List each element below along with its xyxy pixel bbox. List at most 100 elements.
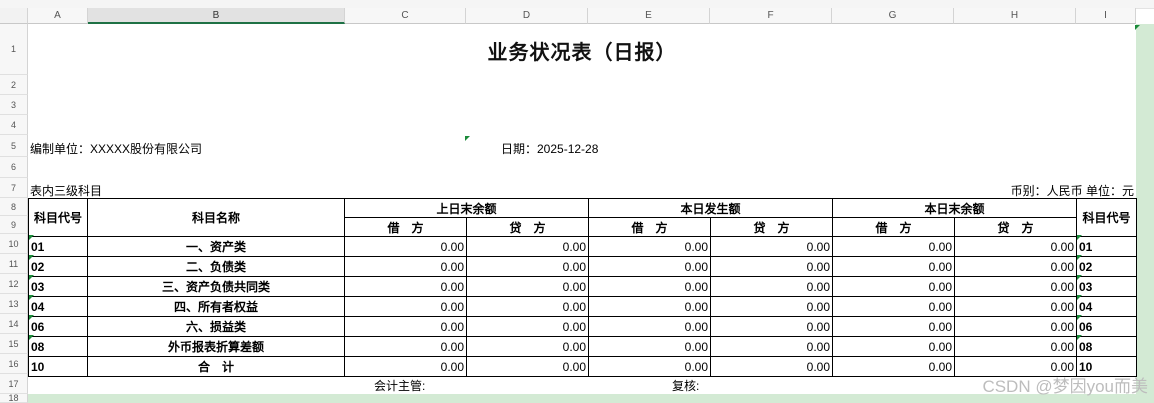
row-header-7[interactable]: 7: [0, 178, 28, 198]
cell-code[interactable]: 01: [28, 236, 88, 257]
cell-amount[interactable]: 0.00: [954, 236, 1077, 257]
cell-amount[interactable]: 0.00: [466, 276, 589, 297]
header-day-amount[interactable]: 本日发生额: [588, 198, 833, 218]
cell-amount[interactable]: 0.00: [344, 336, 467, 357]
cell-name[interactable]: 一、资产类: [87, 236, 345, 257]
header-debit[interactable]: 借 方: [344, 217, 467, 237]
header-debit[interactable]: 借 方: [588, 217, 711, 237]
select-all-corner[interactable]: [0, 8, 28, 24]
cell-amount[interactable]: 0.00: [588, 296, 711, 317]
row-header-6[interactable]: 6: [0, 157, 28, 178]
cell-code-right[interactable]: 08: [1076, 336, 1137, 357]
cell-code-right[interactable]: 03: [1076, 276, 1137, 297]
cell-amount[interactable]: 0.00: [710, 316, 833, 337]
cell-amount[interactable]: 0.00: [344, 236, 467, 257]
cell-amount[interactable]: 0.00: [954, 256, 1077, 277]
cell-name[interactable]: 二、负债类: [87, 256, 345, 277]
row-header-11[interactable]: 11: [0, 254, 28, 274]
cell-amount[interactable]: 0.00: [710, 256, 833, 277]
cell-name[interactable]: 三、资产负债共同类: [87, 276, 345, 297]
cell-amount[interactable]: 0.00: [344, 276, 467, 297]
cell-amount[interactable]: 0.00: [954, 276, 1077, 297]
cell-amount[interactable]: 0.00: [344, 256, 467, 277]
cell-name[interactable]: 合 计: [87, 356, 345, 377]
row-header-5[interactable]: 5: [0, 135, 28, 157]
cell-code[interactable]: 02: [28, 256, 88, 277]
cell-amount[interactable]: 0.00: [588, 316, 711, 337]
cell-amount[interactable]: 0.00: [466, 256, 589, 277]
cell-amount[interactable]: 0.00: [710, 356, 833, 377]
cell-amount[interactable]: 0.00: [344, 296, 467, 317]
row-header-10[interactable]: 10: [0, 234, 28, 254]
cell-code[interactable]: 10: [28, 356, 88, 377]
row-header-16[interactable]: 16: [0, 354, 28, 374]
cell-amount[interactable]: 0.00: [588, 256, 711, 277]
header-code-right[interactable]: 科目代号: [1076, 198, 1137, 237]
cell-amount[interactable]: 0.00: [832, 296, 955, 317]
cell-amount[interactable]: 0.00: [466, 316, 589, 337]
header-code[interactable]: 科目代号: [28, 198, 88, 237]
cell-amount[interactable]: 0.00: [588, 356, 711, 377]
cell-code[interactable]: 03: [28, 276, 88, 297]
cell-amount[interactable]: 0.00: [588, 236, 711, 257]
row-header-2[interactable]: 2: [0, 75, 28, 95]
header-name[interactable]: 科目名称: [87, 198, 345, 237]
column-header-f[interactable]: F: [710, 8, 832, 24]
column-header-d[interactable]: D: [466, 8, 588, 24]
cell-amount[interactable]: 0.00: [466, 236, 589, 257]
row-header-14[interactable]: 14: [0, 314, 28, 334]
column-header-c[interactable]: C: [345, 8, 466, 24]
cell-amount[interactable]: 0.00: [832, 236, 955, 257]
row-header-15[interactable]: 15: [0, 334, 28, 354]
cell-amount[interactable]: 0.00: [344, 356, 467, 377]
row-header-9[interactable]: 9: [0, 216, 28, 234]
header-debit[interactable]: 借 方: [832, 217, 955, 237]
cell-amount[interactable]: 0.00: [466, 296, 589, 317]
cell-amount[interactable]: 0.00: [710, 336, 833, 357]
column-header-b[interactable]: B: [88, 8, 345, 24]
cell-name[interactable]: 外币报表折算差额: [87, 336, 345, 357]
column-header-e[interactable]: E: [588, 8, 710, 24]
cell-name[interactable]: 六、损益类: [87, 316, 345, 337]
cell-code-right[interactable]: 02: [1076, 256, 1137, 277]
row-header-17[interactable]: 17: [0, 374, 28, 394]
cell-code-right[interactable]: 06: [1076, 316, 1137, 337]
header-credit[interactable]: 贷 方: [710, 217, 833, 237]
cell-amount[interactable]: 0.00: [710, 276, 833, 297]
cell-code-right[interactable]: 01: [1076, 236, 1137, 257]
row-header-4[interactable]: 4: [0, 115, 28, 135]
cell-amount[interactable]: 0.00: [954, 316, 1077, 337]
cell-amount[interactable]: 0.00: [466, 356, 589, 377]
cell-name[interactable]: 四、所有者权益: [87, 296, 345, 317]
cell-amount[interactable]: 0.00: [588, 336, 711, 357]
cell-amount[interactable]: 0.00: [832, 316, 955, 337]
column-header-g[interactable]: G: [832, 8, 954, 24]
row-header-12[interactable]: 12: [0, 274, 28, 294]
cell-amount[interactable]: 0.00: [954, 296, 1077, 317]
column-header-a[interactable]: A: [28, 8, 88, 24]
cell-amount[interactable]: 0.00: [466, 336, 589, 357]
cell-code[interactable]: 08: [28, 336, 88, 357]
row-header-13[interactable]: 13: [0, 294, 28, 314]
cell-amount[interactable]: 0.00: [344, 316, 467, 337]
cell-amount[interactable]: 0.00: [954, 336, 1077, 357]
cell-amount[interactable]: 0.00: [588, 276, 711, 297]
row-header-1[interactable]: 1: [0, 24, 28, 75]
header-prev-balance[interactable]: 上日末余额: [344, 198, 589, 218]
cell-code[interactable]: 04: [28, 296, 88, 317]
column-header-i[interactable]: I: [1076, 8, 1136, 24]
cell-amount[interactable]: 0.00: [832, 336, 955, 357]
cell-amount[interactable]: 0.00: [710, 236, 833, 257]
row-header-8[interactable]: 8: [0, 198, 28, 216]
cell-amount[interactable]: 0.00: [832, 256, 955, 277]
cell-amount[interactable]: 0.00: [710, 296, 833, 317]
row-header-18[interactable]: 18: [0, 393, 28, 403]
cell-amount[interactable]: 0.00: [832, 356, 955, 377]
header-credit[interactable]: 贷 方: [466, 217, 589, 237]
cell-amount[interactable]: 0.00: [832, 276, 955, 297]
header-credit[interactable]: 贷 方: [954, 217, 1077, 237]
row-header-3[interactable]: 3: [0, 95, 28, 115]
column-header-h[interactable]: H: [954, 8, 1076, 24]
header-end-balance[interactable]: 本日末余额: [832, 198, 1077, 218]
cell-code[interactable]: 06: [28, 316, 88, 337]
